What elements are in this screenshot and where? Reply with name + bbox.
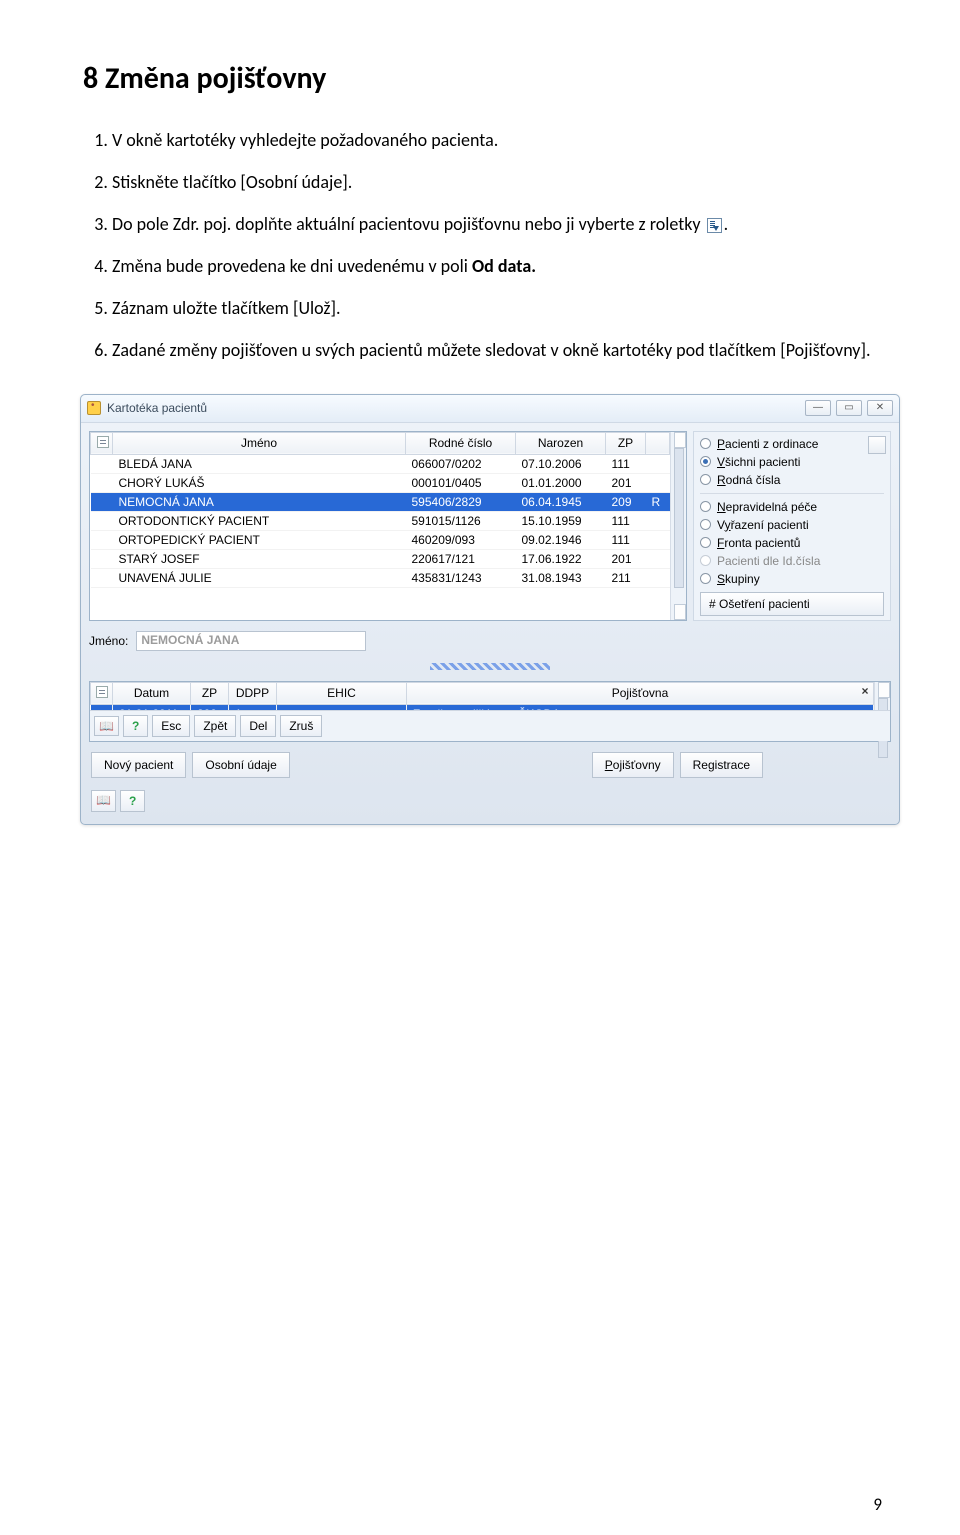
osetreni-button[interactable]: # Ošetření pacienti xyxy=(700,592,884,616)
novy-pacient-button[interactable]: Nový pacient xyxy=(91,752,186,778)
col-ddpp[interactable]: DDPP xyxy=(229,682,277,704)
book-icon-button[interactable]: 📖 xyxy=(91,790,116,812)
subpanel-close-icon[interactable]: × xyxy=(858,684,872,698)
help-button[interactable]: ? xyxy=(123,715,148,737)
minimize-button[interactable]: — xyxy=(805,400,831,416)
save-icon[interactable] xyxy=(868,436,886,454)
table-row[interactable]: BLEDÁ JANA066007/020207.10.2006111 xyxy=(91,454,670,473)
grid-corner[interactable] xyxy=(91,432,113,454)
window-title: Kartotéka pacientů xyxy=(107,401,207,415)
close-button[interactable]: ✕ xyxy=(867,400,893,416)
radio-vsichni[interactable]: Všichni pacienti xyxy=(700,454,884,470)
radio-nepravidelna[interactable]: Nepravidelná péče xyxy=(700,499,884,515)
radio-ordinace[interactable]: Pacienti z ordinace xyxy=(700,436,884,452)
table-row[interactable]: ORTOPEDICKÝ PACIENT460209/09309.02.19461… xyxy=(91,530,670,549)
jmeno-label: Jméno: xyxy=(89,634,128,648)
dropdown-roletka-icon xyxy=(707,218,722,233)
grid-corner[interactable] xyxy=(91,682,113,704)
instruction-step: V okně kartotéky vyhledejte požadovaného… xyxy=(112,127,880,153)
col-jmeno[interactable]: Jméno xyxy=(113,432,406,454)
splitter[interactable] xyxy=(89,661,891,673)
app-window: Kartotéka pacientů — ▭ ✕ Jméno Rodné čí xyxy=(80,394,900,825)
zrus-button[interactable]: Zruš xyxy=(280,715,322,737)
col-zp2[interactable]: ZP xyxy=(191,682,229,704)
instruction-step: Do pole Zdr. poj. doplňte aktuální pacie… xyxy=(112,211,880,237)
instruction-step: Zadané změny pojišťoven u svých pacientů… xyxy=(112,337,880,363)
col-r[interactable] xyxy=(646,432,670,454)
radio-rodna[interactable]: Rodná čísla xyxy=(700,472,884,488)
patients-grid[interactable]: Jméno Rodné číslo Narozen ZP BLEDÁ JANA0… xyxy=(89,431,687,621)
table-row[interactable]: ORTODONTICKÝ PACIENT591015/112615.10.195… xyxy=(91,511,670,530)
instruction-list: V okně kartotéky vyhledejte požadovaného… xyxy=(80,127,880,364)
maximize-button[interactable]: ▭ xyxy=(836,400,862,416)
list-icon xyxy=(97,436,109,448)
col-narozen[interactable]: Narozen xyxy=(516,432,606,454)
page-number: 9 xyxy=(873,1494,882,1515)
insurance-grid[interactable]: × 9 Datum ZP DDPP EHIC Pojišťovna 01.01.… xyxy=(89,681,891,742)
book-icon-button[interactable]: 📖 xyxy=(94,716,119,736)
pojistovny-button[interactable]: Pojišťovny xyxy=(592,752,674,778)
table-row[interactable]: CHORÝ LUKÁŠ000101/040501.01.2000201 xyxy=(91,473,670,492)
radio-idcisla: Pacienti dle Id.čísla xyxy=(700,553,884,569)
instruction-step: Stiskněte tlačítko [Osobní údaje]. xyxy=(112,169,880,195)
del-button[interactable]: Del xyxy=(240,715,276,737)
table-row-selected[interactable]: NEMOCNÁ JANA595406/282906.04.1945209R xyxy=(91,492,670,511)
list-icon xyxy=(96,686,108,698)
radio-skupiny[interactable]: Skupiny xyxy=(700,571,884,587)
table-row[interactable]: UNAVENÁ JULIE435831/124331.08.1943211 xyxy=(91,568,670,587)
section-heading: 8 Změna pojišťovny xyxy=(83,60,880,97)
instruction-step: Záznam uložte tlačítkem [Ulož]. xyxy=(112,295,880,321)
filter-panel: Pacienti z ordinace Všichni pacienti Rod… xyxy=(693,431,891,621)
col-rc[interactable]: Rodné číslo xyxy=(406,432,516,454)
instruction-step: Změna bude provedena ke dni uvedenému v … xyxy=(112,253,880,279)
zpet-button[interactable]: Zpět xyxy=(194,715,236,737)
osobni-udaje-button[interactable]: Osobní údaje xyxy=(192,752,289,778)
esc-button[interactable]: Esc xyxy=(152,715,190,737)
radio-fronta[interactable]: Fronta pacientů xyxy=(700,535,884,551)
action-toolbar: Nový pacient Osobní údaje Pojišťovny Reg… xyxy=(89,748,891,782)
title-bar: Kartotéka pacientů — ▭ ✕ xyxy=(81,395,899,423)
help-button[interactable]: ? xyxy=(120,790,145,812)
col-pojistovna[interactable]: Pojišťovna xyxy=(407,682,874,704)
registrace-button[interactable]: Registrace xyxy=(680,752,763,778)
status-bar: 📖 ? xyxy=(89,788,891,816)
app-icon xyxy=(87,401,101,415)
scrollbar[interactable] xyxy=(670,432,686,620)
radio-vyrazeni[interactable]: Vyřazení pacienti xyxy=(700,517,884,533)
table-row[interactable]: STARÝ JOSEF220617/12117.06.1922201 xyxy=(91,549,670,568)
jmeno-input[interactable]: NEMOCNÁ JANA xyxy=(136,631,366,651)
col-ehic[interactable]: EHIC xyxy=(277,682,407,704)
col-zp[interactable]: ZP xyxy=(606,432,646,454)
col-datum[interactable]: Datum xyxy=(113,682,191,704)
